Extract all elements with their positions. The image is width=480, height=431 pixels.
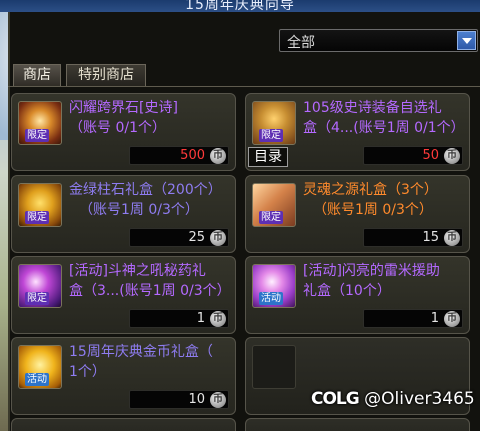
shop-item-card[interactable]: 限定 闪耀跨界石[史诗] （账号 0/1个） 500 币	[11, 93, 236, 171]
tab-divider	[8, 86, 480, 87]
item-price: 10	[188, 392, 205, 407]
shop-item-card[interactable]: 活动 15周年庆典金币礼盒（ 1个） 10 币	[11, 337, 236, 415]
empty-slot-icon	[252, 345, 296, 389]
item-name: 灵魂之源礼盒（3个） （账号1周 0/3个）	[303, 182, 438, 218]
anniversary-coin-icon: 活动	[18, 345, 62, 389]
item-price: 1	[196, 311, 205, 326]
price-box: 1 币	[363, 309, 463, 328]
tab-special-shop[interactable]: 特别商店	[66, 64, 146, 87]
shop-item-card[interactable]: 活动 [活动]闪亮的雷米援助 礼盒（10个） 1 币	[245, 256, 470, 334]
item-name: 15周年庆典金币礼盒（ 1个）	[69, 344, 213, 380]
limited-badge: 限定	[25, 292, 49, 305]
shop-item-card[interactable]: 限定 灵魂之源礼盒（3个） （账号1周 0/3个） 15 币	[245, 175, 470, 253]
event-badge: 活动	[25, 373, 49, 386]
catalog-button[interactable]: 目录	[248, 147, 288, 167]
limited-badge: 限定	[25, 211, 49, 224]
price-box: 50 币	[363, 146, 463, 165]
price-box: 10 币	[129, 390, 229, 409]
event-badge: 活动	[259, 292, 283, 305]
gold-gem-box-icon: 限定	[18, 183, 62, 227]
remy-aid-box-icon: 活动	[252, 264, 296, 308]
empty-item-slot	[11, 418, 236, 431]
coin-icon: 币	[210, 392, 226, 408]
coin-icon: 币	[444, 230, 460, 246]
tab-shop-label: 商店	[23, 67, 51, 83]
tab-special-shop-label: 特别商店	[78, 67, 134, 83]
window-title: 15周年庆典向导	[185, 0, 295, 12]
watermark: COLG @Oliver3465	[311, 389, 475, 409]
price-box: 15 币	[363, 228, 463, 247]
item-price: 1	[430, 311, 439, 326]
watermark-user: @Oliver3465	[364, 389, 475, 409]
item-name: [活动]闪亮的雷米援助 礼盒（10个）	[303, 263, 440, 299]
coin-icon: 币	[444, 311, 460, 327]
item-price: 500	[180, 148, 205, 163]
limited-badge: 限定	[25, 129, 49, 142]
item-name: 105级史诗装备自选礼 盒（4...(账号1周 0/1个）	[303, 100, 465, 136]
item-price: 15	[422, 230, 439, 245]
crossover-stone-icon: 限定	[18, 101, 62, 145]
tab-shop[interactable]: 商店	[13, 64, 61, 87]
coin-icon: 币	[210, 230, 226, 246]
window-title-bar[interactable]: 15周年庆典向导	[0, 0, 480, 12]
watermark-brand: COLG	[311, 389, 360, 409]
limited-badge: 限定	[259, 129, 283, 142]
item-price: 50	[422, 148, 439, 163]
coin-icon: 币	[210, 148, 226, 164]
soul-source-box-icon: 限定	[252, 183, 296, 227]
coin-icon: 币	[210, 311, 226, 327]
coin-icon: 币	[444, 148, 460, 164]
item-price: 25	[188, 230, 205, 245]
shop-item-card[interactable]: 限定 [活动]斗神之吼秘药礼 盒（3...(账号1周 0/3个） 1 币	[11, 256, 236, 334]
price-box: 25 币	[129, 228, 229, 247]
shop-item-card[interactable]: 限定 金绿柱石礼盒（200个） （账号1周 0/3个） 25 币	[11, 175, 236, 253]
category-filter-value: 全部	[287, 35, 315, 51]
item-name: 金绿柱石礼盒（200个） （账号1周 0/3个）	[69, 182, 222, 218]
category-filter-dropdown[interactable]: 全部	[279, 29, 478, 52]
empty-item-slot	[245, 418, 470, 431]
potion-box-icon: 限定	[18, 264, 62, 308]
item-name: [活动]斗神之吼秘药礼 盒（3...(账号1周 0/3个）	[69, 263, 231, 299]
limited-badge: 限定	[259, 211, 283, 224]
treasure-chest-icon: 限定	[252, 101, 296, 145]
price-box: 1 币	[129, 309, 229, 328]
price-box: 500 币	[129, 146, 229, 165]
item-name: 闪耀跨界石[史诗] （账号 0/1个）	[69, 100, 178, 136]
chevron-down-icon[interactable]	[457, 31, 476, 50]
